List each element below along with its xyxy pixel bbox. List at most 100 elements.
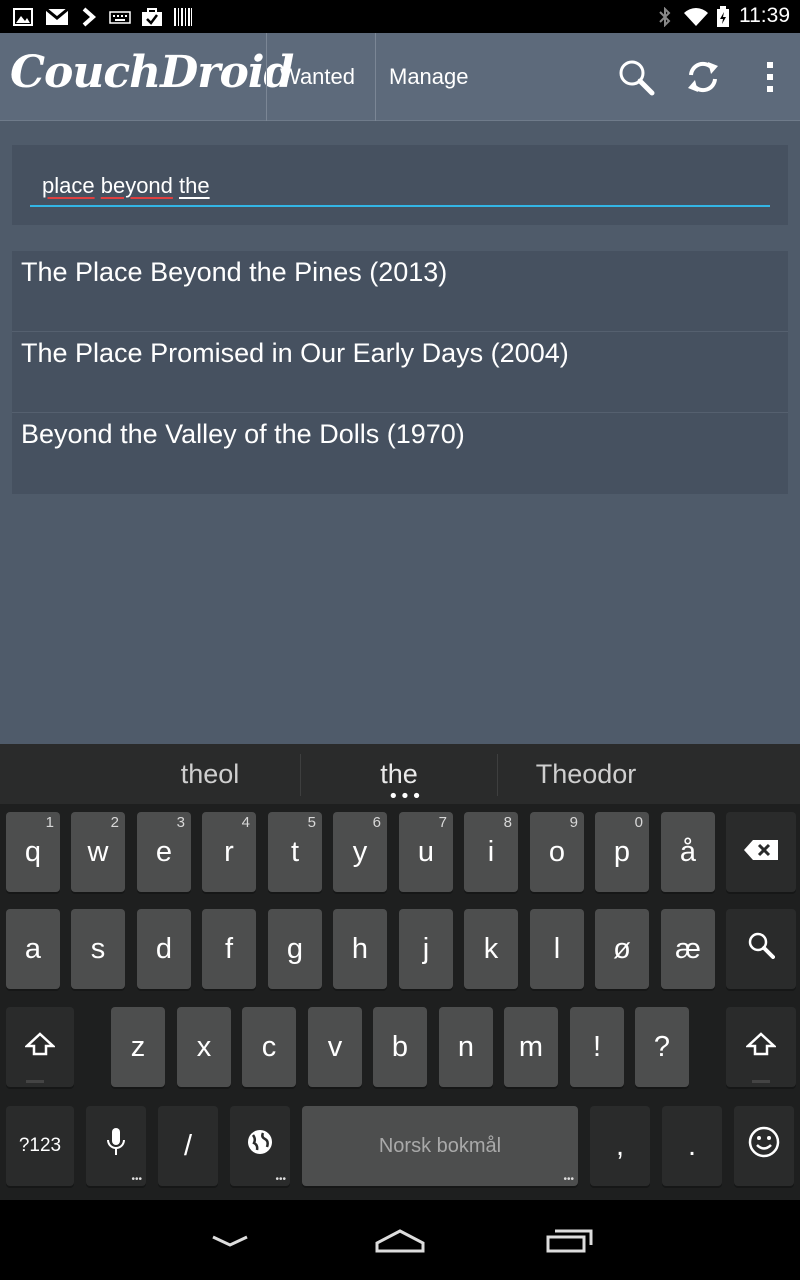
tab-divider bbox=[375, 33, 376, 121]
key-label: i bbox=[487, 835, 495, 868]
home-icon[interactable] bbox=[370, 1220, 430, 1260]
emoji-key[interactable] bbox=[734, 1106, 794, 1186]
tab-manage[interactable]: Manage bbox=[389, 33, 469, 121]
key-s[interactable]: s bbox=[71, 909, 125, 989]
key-h[interactable]: h bbox=[333, 909, 387, 989]
results-list: The Place Beyond the Pines (2013) The Pl… bbox=[12, 251, 788, 494]
key-p[interactable]: p0 bbox=[595, 812, 649, 892]
key-o[interactable]: o9 bbox=[530, 812, 584, 892]
recents-icon[interactable] bbox=[540, 1220, 600, 1260]
suggestion-item[interactable]: Theodor bbox=[498, 744, 674, 804]
space-key[interactable]: Norsk bokmål ••• bbox=[302, 1106, 578, 1186]
barcode-icon bbox=[172, 6, 194, 28]
key-q[interactable]: q1 bbox=[6, 812, 60, 892]
wifi-icon bbox=[682, 6, 710, 28]
key-m[interactable]: m bbox=[504, 1007, 558, 1087]
key-d[interactable]: d bbox=[137, 909, 191, 989]
result-item[interactable]: The Place Beyond the Pines (2013) bbox=[12, 251, 788, 332]
backspace-icon bbox=[743, 836, 779, 869]
key-a[interactable]: a bbox=[6, 909, 60, 989]
key-hint: 8 bbox=[503, 814, 512, 831]
key-hint: 1 bbox=[45, 814, 54, 831]
shift-key-right[interactable] bbox=[726, 1007, 796, 1087]
more-suggestions-dots: ••• bbox=[388, 786, 423, 807]
key-label: o bbox=[548, 835, 566, 868]
result-item[interactable]: Beyond the Valley of the Dolls (1970) bbox=[12, 413, 788, 494]
key-y[interactable]: y6 bbox=[333, 812, 387, 892]
key-v[interactable]: v bbox=[308, 1007, 362, 1087]
search-query: place beyond the bbox=[42, 173, 210, 199]
key-question[interactable]: ? bbox=[635, 1007, 689, 1087]
search-key[interactable] bbox=[726, 909, 796, 989]
navigation-bar bbox=[0, 1200, 800, 1280]
key-hint: 0 bbox=[634, 814, 643, 831]
key-ae[interactable]: æ bbox=[661, 909, 715, 989]
key-r[interactable]: r4 bbox=[202, 812, 256, 892]
more-dots: ••• bbox=[563, 1174, 574, 1185]
key-exclamation[interactable]: ! bbox=[570, 1007, 624, 1087]
search-word: beyond bbox=[100, 173, 173, 198]
key-label: t bbox=[290, 835, 300, 868]
key-label: w bbox=[87, 835, 109, 868]
result-item[interactable]: The Place Promised in Our Early Days (20… bbox=[12, 332, 788, 413]
search-word: place bbox=[42, 173, 95, 198]
space-label: Norsk bokmål bbox=[378, 1134, 502, 1157]
soft-keyboard: theol the Theodor ••• q1 w2 e3 r4 t5 y6 … bbox=[0, 744, 800, 1200]
key-label: y bbox=[352, 835, 368, 868]
key-t[interactable]: t5 bbox=[268, 812, 322, 892]
key-k[interactable]: k bbox=[464, 909, 518, 989]
backspace-key[interactable] bbox=[726, 812, 796, 892]
back-icon[interactable] bbox=[200, 1220, 260, 1260]
key-x[interactable]: x bbox=[177, 1007, 231, 1087]
key-o-slash[interactable]: ø bbox=[595, 909, 649, 989]
search-icon[interactable] bbox=[614, 55, 658, 99]
voice-input-key[interactable]: ••• bbox=[86, 1106, 146, 1186]
key-g[interactable]: g bbox=[268, 909, 322, 989]
key-hint: 4 bbox=[241, 814, 250, 831]
key-l[interactable]: l bbox=[530, 909, 584, 989]
search-box: place beyond the bbox=[12, 145, 788, 225]
key-n[interactable]: n bbox=[439, 1007, 493, 1087]
period-key[interactable]: . bbox=[662, 1106, 722, 1186]
key-hint: 3 bbox=[176, 814, 185, 831]
status-time: 11:39 bbox=[739, 4, 790, 27]
key-hint: 9 bbox=[569, 814, 578, 831]
content-area: place beyond the The Place Beyond the Pi… bbox=[0, 121, 800, 744]
suggestion-item[interactable]: theol bbox=[120, 744, 300, 804]
key-f[interactable]: f bbox=[202, 909, 256, 989]
overflow-menu-icon[interactable] bbox=[748, 55, 792, 99]
tab-divider bbox=[266, 33, 267, 121]
more-dots: ••• bbox=[131, 1174, 142, 1185]
smiley-icon bbox=[748, 1126, 780, 1166]
refresh-icon[interactable] bbox=[681, 55, 725, 99]
key-a-ring[interactable]: å bbox=[661, 812, 715, 892]
key-label: e bbox=[155, 835, 173, 868]
key-e[interactable]: e3 bbox=[137, 812, 191, 892]
key-z[interactable]: z bbox=[111, 1007, 165, 1087]
key-hint: 2 bbox=[110, 814, 119, 831]
shift-indicator bbox=[752, 1080, 770, 1083]
key-label: q bbox=[24, 835, 42, 868]
shift-icon bbox=[744, 1031, 778, 1064]
key-c[interactable]: c bbox=[242, 1007, 296, 1087]
comma-key[interactable]: , bbox=[590, 1106, 650, 1186]
key-i[interactable]: i8 bbox=[464, 812, 518, 892]
key-b[interactable]: b bbox=[373, 1007, 427, 1087]
shift-icon bbox=[23, 1031, 57, 1064]
image-icon bbox=[12, 6, 34, 28]
symbols-key[interactable]: ?123 bbox=[6, 1106, 74, 1186]
key-w[interactable]: w2 bbox=[71, 812, 125, 892]
more-dots: ••• bbox=[275, 1174, 286, 1185]
key-label: r bbox=[224, 835, 234, 868]
suggestion-strip: theol the Theodor ••• bbox=[0, 744, 800, 807]
key-hint: 7 bbox=[438, 814, 447, 831]
bag-check-icon bbox=[140, 6, 164, 28]
chevron-icon bbox=[80, 6, 98, 28]
globe-icon bbox=[246, 1128, 274, 1164]
slash-key[interactable]: / bbox=[158, 1106, 218, 1186]
language-key[interactable]: ••• bbox=[230, 1106, 290, 1186]
key-u[interactable]: u7 bbox=[399, 812, 453, 892]
key-j[interactable]: j bbox=[399, 909, 453, 989]
shift-key-left[interactable] bbox=[6, 1007, 74, 1087]
tab-wanted[interactable]: Wanted bbox=[280, 33, 355, 121]
